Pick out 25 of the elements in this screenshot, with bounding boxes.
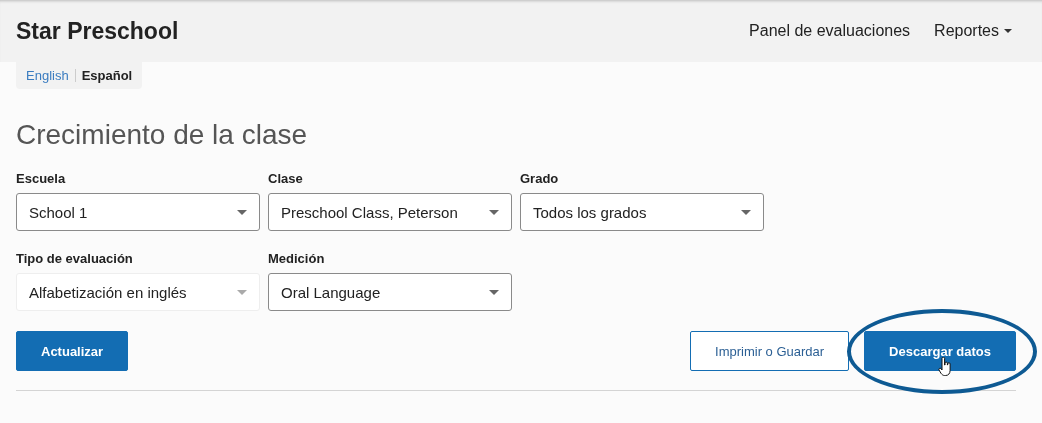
caret-icon [489, 209, 499, 215]
caret-icon [489, 289, 499, 295]
page-title: Crecimiento de la clase [16, 119, 309, 151]
language-link[interactable]: Español [81, 68, 133, 83]
nav-dropdown[interactable]: Reportes [934, 22, 1012, 40]
dropdown-select[interactable]: School 1 [16, 193, 260, 231]
field-label: Escuela [16, 171, 67, 186]
caret-icon [237, 289, 247, 295]
dropdown-select[interactable]: Todos los grados [520, 193, 764, 231]
field-label: Grado [520, 171, 560, 186]
hand-cursor-icon [938, 357, 953, 377]
field-label: Medición [268, 251, 326, 266]
caret-icon [1004, 29, 1012, 33]
field-label: Clase [268, 171, 304, 186]
language-link[interactable]: English [26, 68, 69, 83]
caret-icon [237, 209, 247, 215]
print-button[interactable]: Imprimir o Guardar [690, 331, 850, 371]
nav-link[interactable]: Panel de evaluaciones [749, 22, 911, 40]
dropdown-select[interactable]: Preschool Class, Peterson [268, 193, 512, 231]
action-button[interactable]: Descargar datos [864, 331, 1016, 371]
caret-icon [741, 209, 751, 215]
field-label: Tipo de evaluación [16, 251, 134, 266]
action-button[interactable]: Actualizar [16, 331, 129, 371]
app-title: Star Preschool [16, 17, 179, 45]
dropdown-select[interactable]: Oral Language [268, 273, 512, 311]
